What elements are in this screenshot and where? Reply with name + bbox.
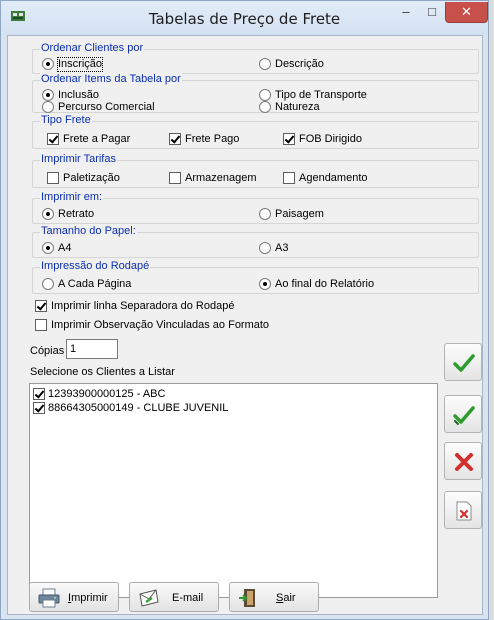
checkbox-indicator[interactable] <box>283 172 295 184</box>
checkbox-label: Frete a Pagar <box>63 133 131 145</box>
uncheck-all-icon <box>455 453 473 471</box>
check-selected-button[interactable] <box>444 343 482 381</box>
group-legend: Imprimir Tarifas <box>40 153 117 166</box>
uncheck-all-button[interactable] <box>444 442 482 480</box>
group-imprimir-em: Imprimir em: Retrato Paisagem <box>32 191 479 224</box>
check-all-button[interactable] <box>444 395 482 433</box>
email-icon <box>139 589 159 607</box>
radio-label: A3 <box>275 242 289 254</box>
radio-indicator[interactable] <box>42 208 54 220</box>
checkbox-indicator[interactable] <box>33 402 45 414</box>
radio-indicator[interactable] <box>259 278 271 290</box>
radio-indicator[interactable] <box>259 208 271 220</box>
radio-label: Ao final do Relatório <box>275 278 375 290</box>
radio-label: Descrição <box>275 58 324 70</box>
group-legend: Ordenar Clientes por <box>40 42 145 55</box>
checkbox-label: Paletização <box>63 172 120 184</box>
radio-label: Percurso Comercial <box>58 101 155 113</box>
printer-icon <box>38 588 60 608</box>
list-item-label: 88664305000149 - CLUBE JUVENIL <box>48 402 229 414</box>
clientes-list-label: Selecione os Clientes a Listar <box>30 366 175 378</box>
minimize-button[interactable]: – <box>393 2 419 23</box>
checkbox-indicator[interactable] <box>47 133 59 145</box>
radio-indicator[interactable] <box>259 101 271 113</box>
group-tipo-frete: Tipo Frete Frete a Pagar Frete Pago FOB … <box>32 114 479 149</box>
radio-label: Inscrição <box>56 57 104 72</box>
copias-label: Cópias <box>30 345 65 357</box>
checkbox-label: FOB Dirigido <box>299 133 362 145</box>
group-imprimir-tarifas: Imprimir Tarifas Paletização Armazenagem… <box>32 153 479 188</box>
checkbox-indicator[interactable] <box>35 319 47 331</box>
group-legend: Tamanho do Papel: <box>40 225 137 238</box>
group-ordenar-items: Ordenar Items da Tabela por Inclusão Tip… <box>32 73 479 113</box>
checkbox-label: Imprimir Observação Vinculadas ao Format… <box>51 319 270 331</box>
checkbox-indicator[interactable] <box>283 133 295 145</box>
checkbox-indicator[interactable] <box>47 172 59 184</box>
checkbox-label: Imprimir linha Separadora do Rodapé <box>51 300 235 312</box>
radio-label: Retrato <box>58 208 95 220</box>
email-button[interactable]: E-mail <box>129 582 219 612</box>
maximize-button[interactable]: □ <box>419 2 445 23</box>
title-bar: Tabelas de Preço de Frete – □ ✕ <box>1 1 488 35</box>
group-legend: Impressão do Rodapé <box>40 260 151 273</box>
sair-button[interactable]: Sair <box>229 582 319 612</box>
email-label: E-mail <box>172 592 204 604</box>
exit-door-icon <box>239 589 255 607</box>
radio-indicator[interactable] <box>42 101 54 113</box>
dialog-window: Tabelas de Preço de Frete – □ ✕ Ordenar … <box>0 0 489 620</box>
radio-indicator[interactable] <box>42 58 54 70</box>
radio-indicator[interactable] <box>42 89 54 101</box>
radio-indicator[interactable] <box>259 58 271 70</box>
radio-indicator[interactable] <box>259 89 271 101</box>
group-tamanho-papel: Tamanho do Papel: A4 A3 <box>32 225 479 258</box>
checkbox-label: Agendamento <box>299 172 368 184</box>
checkbox-indicator[interactable] <box>169 133 181 145</box>
clear-list-button[interactable] <box>444 491 482 529</box>
checkbox-indicator[interactable] <box>169 172 181 184</box>
check-all-icon <box>453 406 475 425</box>
radio-indicator[interactable] <box>42 242 54 254</box>
radio-label: A4 <box>58 242 72 254</box>
sair-label: Sair <box>276 592 296 604</box>
checkbox-label: Frete Pago <box>185 133 240 145</box>
group-impressao-rodape: Impressão do Rodapé A Cada Página Ao fin… <box>32 260 479 294</box>
checkbox-indicator[interactable] <box>33 388 45 400</box>
checkbox-label: Armazenagem <box>185 172 257 184</box>
group-legend: Ordenar Items da Tabela por <box>40 73 182 86</box>
dialog-client-area: Ordenar Clientes por Inscrição Descrição… <box>7 35 483 615</box>
group-legend: Imprimir em: <box>40 191 104 204</box>
imprimir-button[interactable]: Imprimir <box>29 582 119 612</box>
radio-label: A Cada Página <box>58 278 132 290</box>
imprimir-label: Imprimir <box>68 592 108 604</box>
checkbox-indicator[interactable] <box>35 300 47 312</box>
close-button[interactable]: ✕ <box>445 2 488 23</box>
clientes-list[interactable]: 12393900000125 - ABC 88664305000149 - CL… <box>29 383 438 598</box>
check-single-icon <box>453 354 475 372</box>
radio-label: Paisagem <box>275 208 324 220</box>
document-remove-icon <box>456 501 472 521</box>
list-item-label: 12393900000125 - ABC <box>48 388 166 400</box>
group-ordenar-clientes: Ordenar Clientes por Inscrição Descrição <box>32 42 479 74</box>
radio-label: Natureza <box>275 101 320 113</box>
radio-indicator[interactable] <box>42 278 54 290</box>
group-legend: Tipo Frete <box>40 114 92 127</box>
copias-input[interactable] <box>66 339 118 359</box>
radio-indicator[interactable] <box>259 242 271 254</box>
